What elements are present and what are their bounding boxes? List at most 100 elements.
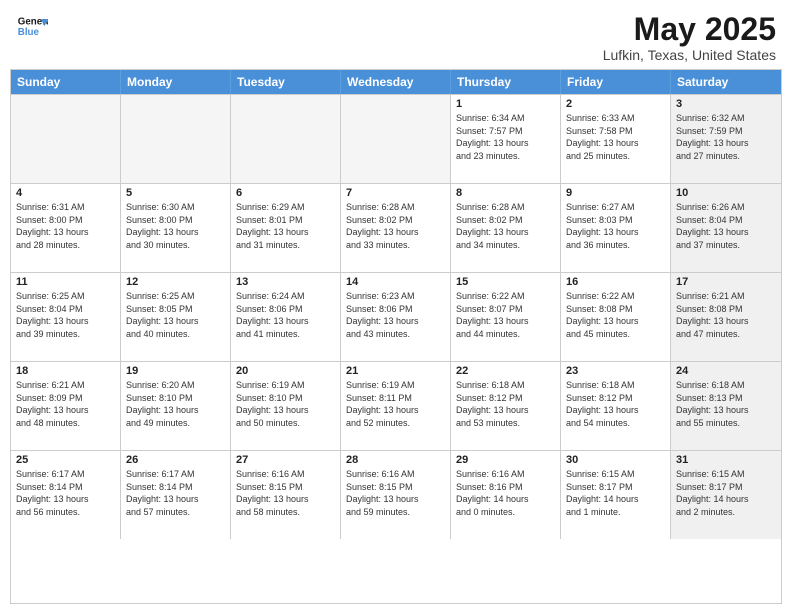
calendar: SundayMondayTuesdayWednesdayThursdayFrid… [10, 69, 782, 604]
header-day-tuesday: Tuesday [231, 70, 341, 94]
cell-info: Sunrise: 6:16 AM Sunset: 8:15 PM Dayligh… [236, 468, 335, 518]
table-row: 24 Sunrise: 6:18 AM Sunset: 8:13 PM Dayli… [671, 362, 781, 450]
day-number: 5 [126, 187, 225, 199]
cell-info: Sunrise: 6:24 AM Sunset: 8:06 PM Dayligh… [236, 290, 335, 340]
day-number: 8 [456, 187, 555, 199]
cell-info: Sunrise: 6:32 AM Sunset: 7:59 PM Dayligh… [676, 112, 776, 162]
cell-info: Sunrise: 6:34 AM Sunset: 7:57 PM Dayligh… [456, 112, 555, 162]
table-row: 7 Sunrise: 6:28 AM Sunset: 8:02 PM Daylig… [341, 184, 451, 272]
day-number: 17 [676, 276, 776, 288]
day-number: 11 [16, 276, 115, 288]
day-number: 23 [566, 365, 665, 377]
table-row [121, 95, 231, 183]
day-number: 9 [566, 187, 665, 199]
page: General Blue General Blue May 2025 Lufki… [0, 0, 792, 612]
week-row-1: 1 Sunrise: 6:34 AM Sunset: 7:57 PM Daylig… [11, 94, 781, 183]
svg-text:Blue: Blue [18, 27, 40, 38]
week-row-2: 4 Sunrise: 6:31 AM Sunset: 8:00 PM Daylig… [11, 183, 781, 272]
day-number: 16 [566, 276, 665, 288]
cell-info: Sunrise: 6:28 AM Sunset: 8:02 PM Dayligh… [346, 201, 445, 251]
cell-info: Sunrise: 6:21 AM Sunset: 8:08 PM Dayligh… [676, 290, 776, 340]
day-number: 25 [16, 454, 115, 466]
logo: General Blue General Blue [16, 12, 48, 44]
day-number: 20 [236, 365, 335, 377]
table-row: 18 Sunrise: 6:21 AM Sunset: 8:09 PM Dayli… [11, 362, 121, 450]
table-row: 19 Sunrise: 6:20 AM Sunset: 8:10 PM Dayli… [121, 362, 231, 450]
table-row: 23Sunrise: 6:18 AM Sunset: 8:12 PM Dayli… [561, 362, 671, 450]
table-row: 30Sunrise: 6:15 AM Sunset: 8:17 PM Dayli… [561, 451, 671, 539]
day-number: 30 [566, 454, 665, 466]
table-row: 2Sunrise: 6:33 AM Sunset: 7:58 PM Daylig… [561, 95, 671, 183]
table-row: 11 Sunrise: 6:25 AM Sunset: 8:04 PM Dayli… [11, 273, 121, 361]
table-row: 21 Sunrise: 6:19 AM Sunset: 8:11 PM Dayli… [341, 362, 451, 450]
table-row: 17 Sunrise: 6:21 AM Sunset: 8:08 PM Dayli… [671, 273, 781, 361]
month-title: May 2025 [603, 12, 776, 47]
table-row: 3Sunrise: 6:32 AM Sunset: 7:59 PM Daylig… [671, 95, 781, 183]
cell-info: Sunrise: 6:25 AM Sunset: 8:04 PM Dayligh… [16, 290, 115, 340]
table-row: 26 Sunrise: 6:17 AM Sunset: 8:14 PM Dayli… [121, 451, 231, 539]
cell-info: Sunrise: 6:28 AM Sunset: 8:02 PM Dayligh… [456, 201, 555, 251]
header-day-sunday: Sunday [11, 70, 121, 94]
day-number: 26 [126, 454, 225, 466]
cell-info: Sunrise: 6:15 AM Sunset: 8:17 PM Dayligh… [676, 468, 776, 518]
table-row: 28 Sunrise: 6:16 AM Sunset: 8:15 PM Dayli… [341, 451, 451, 539]
day-number: 13 [236, 276, 335, 288]
cell-info: Sunrise: 6:30 AM Sunset: 8:00 PM Dayligh… [126, 201, 225, 251]
day-number: 31 [676, 454, 776, 466]
day-number: 7 [346, 187, 445, 199]
header: General Blue General Blue May 2025 Lufki… [0, 0, 792, 69]
cell-info: Sunrise: 6:25 AM Sunset: 8:05 PM Dayligh… [126, 290, 225, 340]
day-number: 27 [236, 454, 335, 466]
table-row: 27 Sunrise: 6:16 AM Sunset: 8:15 PM Dayli… [231, 451, 341, 539]
cell-info: Sunrise: 6:19 AM Sunset: 8:10 PM Dayligh… [236, 379, 335, 429]
cell-info: Sunrise: 6:26 AM Sunset: 8:04 PM Dayligh… [676, 201, 776, 251]
week-row-4: 18 Sunrise: 6:21 AM Sunset: 8:09 PM Dayli… [11, 361, 781, 450]
cell-info: Sunrise: 6:17 AM Sunset: 8:14 PM Dayligh… [16, 468, 115, 518]
day-number: 18 [16, 365, 115, 377]
header-day-wednesday: Wednesday [341, 70, 451, 94]
table-row: 1 Sunrise: 6:34 AM Sunset: 7:57 PM Daylig… [451, 95, 561, 183]
day-number: 14 [346, 276, 445, 288]
cell-info: Sunrise: 6:16 AM Sunset: 8:15 PM Dayligh… [346, 468, 445, 518]
table-row: 31 Sunrise: 6:15 AM Sunset: 8:17 PM Dayli… [671, 451, 781, 539]
table-row: 8 Sunrise: 6:28 AM Sunset: 8:02 PM Daylig… [451, 184, 561, 272]
day-number: 24 [676, 365, 776, 377]
day-number: 1 [456, 98, 555, 110]
table-row: 25 Sunrise: 6:17 AM Sunset: 8:14 PM Dayli… [11, 451, 121, 539]
table-row [231, 95, 341, 183]
table-row: 13 Sunrise: 6:24 AM Sunset: 8:06 PM Dayli… [231, 273, 341, 361]
cell-info: Sunrise: 6:29 AM Sunset: 8:01 PM Dayligh… [236, 201, 335, 251]
day-number: 12 [126, 276, 225, 288]
cell-info: Sunrise: 6:16 AM Sunset: 8:16 PM Dayligh… [456, 468, 555, 518]
table-row: 5 Sunrise: 6:30 AM Sunset: 8:00 PM Daylig… [121, 184, 231, 272]
cell-info: Sunrise: 6:18 AM Sunset: 8:12 PM Dayligh… [456, 379, 555, 429]
cell-info: Sunrise: 6:27 AM Sunset: 8:03 PM Dayligh… [566, 201, 665, 251]
day-number: 28 [346, 454, 445, 466]
day-number: 21 [346, 365, 445, 377]
table-row: 29Sunrise: 6:16 AM Sunset: 8:16 PM Dayli… [451, 451, 561, 539]
table-row: 16 Sunrise: 6:22 AM Sunset: 8:08 PM Dayli… [561, 273, 671, 361]
table-row: 4 Sunrise: 6:31 AM Sunset: 8:00 PM Daylig… [11, 184, 121, 272]
table-row: 6 Sunrise: 6:29 AM Sunset: 8:01 PM Daylig… [231, 184, 341, 272]
cell-info: Sunrise: 6:22 AM Sunset: 8:08 PM Dayligh… [566, 290, 665, 340]
table-row: 14Sunrise: 6:23 AM Sunset: 8:06 PM Dayli… [341, 273, 451, 361]
calendar-body: 1 Sunrise: 6:34 AM Sunset: 7:57 PM Daylig… [11, 94, 781, 539]
title-block: May 2025 Lufkin, Texas, United States [603, 12, 776, 63]
day-number: 6 [236, 187, 335, 199]
day-number: 19 [126, 365, 225, 377]
table-row: 12 Sunrise: 6:25 AM Sunset: 8:05 PM Dayli… [121, 273, 231, 361]
cell-info: Sunrise: 6:20 AM Sunset: 8:10 PM Dayligh… [126, 379, 225, 429]
cell-info: Sunrise: 6:19 AM Sunset: 8:11 PM Dayligh… [346, 379, 445, 429]
cell-info: Sunrise: 6:17 AM Sunset: 8:14 PM Dayligh… [126, 468, 225, 518]
table-row: 20 Sunrise: 6:19 AM Sunset: 8:10 PM Dayli… [231, 362, 341, 450]
cell-info: Sunrise: 6:31 AM Sunset: 8:00 PM Dayligh… [16, 201, 115, 251]
location: Lufkin, Texas, United States [603, 47, 776, 63]
week-row-3: 11 Sunrise: 6:25 AM Sunset: 8:04 PM Dayli… [11, 272, 781, 361]
day-number: 4 [16, 187, 115, 199]
cell-info: Sunrise: 6:18 AM Sunset: 8:13 PM Dayligh… [676, 379, 776, 429]
day-number: 15 [456, 276, 555, 288]
cell-info: Sunrise: 6:21 AM Sunset: 8:09 PM Dayligh… [16, 379, 115, 429]
logo-icon: General Blue [16, 12, 48, 44]
cell-info: Sunrise: 6:22 AM Sunset: 8:07 PM Dayligh… [456, 290, 555, 340]
header-day-saturday: Saturday [671, 70, 781, 94]
